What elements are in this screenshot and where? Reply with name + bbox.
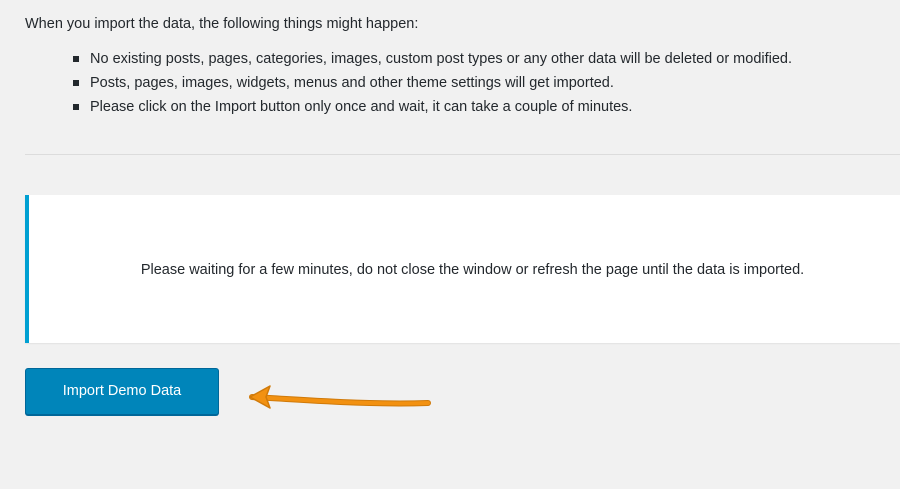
arrow-left-icon	[249, 385, 431, 409]
bullet-icon	[73, 104, 79, 110]
list-item-text: No existing posts, pages, categories, im…	[90, 51, 793, 67]
list-item: Please click on the Import button only o…	[70, 95, 792, 119]
intro-text: When you import the data, the following …	[25, 16, 419, 32]
list-item-text: Posts, pages, images, widgets, menus and…	[90, 75, 614, 91]
bullet-icon	[73, 56, 79, 62]
divider	[25, 154, 900, 155]
list-item: Posts, pages, images, widgets, menus and…	[70, 71, 792, 95]
notice-text: Please waiting for a few minutes, do not…	[140, 262, 805, 278]
bullet-icon	[73, 80, 79, 86]
notice-box: Please waiting for a few minutes, do not…	[25, 195, 900, 343]
list-item: No existing posts, pages, categories, im…	[70, 47, 792, 71]
list-item-text: Please click on the Import button only o…	[90, 99, 633, 115]
info-list: No existing posts, pages, categories, im…	[70, 47, 792, 119]
import-demo-data-button[interactable]: Import Demo Data	[25, 368, 219, 415]
